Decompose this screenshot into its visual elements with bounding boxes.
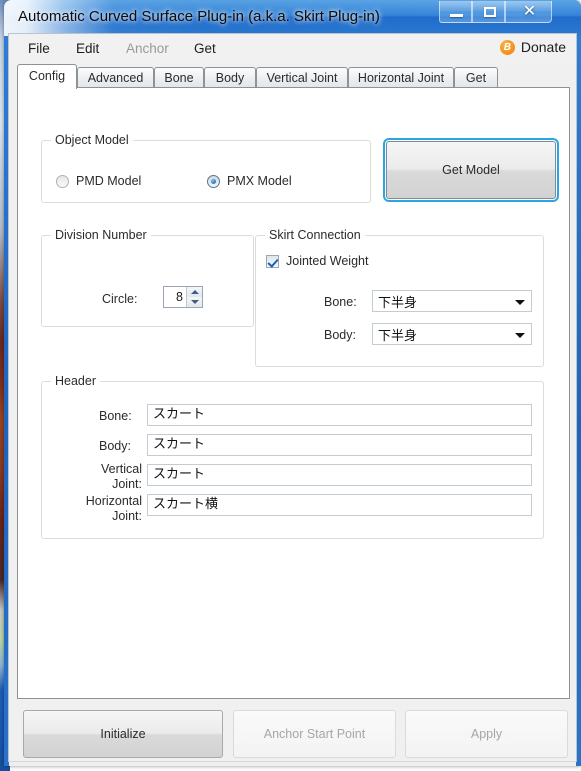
minimize-icon	[450, 14, 463, 17]
tab-get[interactable]: Get	[454, 67, 498, 88]
header-body-label: Body:	[99, 439, 131, 453]
skirt-connection-group: Skirt Connection Jointed Weight Bone: 下半…	[255, 228, 544, 367]
anchor-start-point-button: Anchor Start Point	[233, 710, 396, 758]
status-bar: Vertex Count:21819 Select vertex count:2…	[9, 761, 576, 766]
header-group: Header Bone: スカート Body: スカート Vertical Jo…	[41, 374, 544, 539]
header-horizontal-joint-label-line2: Joint:	[112, 509, 142, 523]
circle-spinner-buttons[interactable]	[186, 287, 202, 307]
skirt-body-combo[interactable]: 下半身	[372, 323, 532, 345]
radio-pmd-indicator	[56, 174, 69, 188]
tab-strip: Config Advanced Bone Body Vertical Joint…	[17, 64, 570, 89]
donate-label: Donate	[520, 39, 566, 55]
radio-pmd-model[interactable]: PMD Model	[56, 174, 141, 188]
maximize-button[interactable]	[472, 1, 505, 23]
header-vertical-joint-label-line2: Joint:	[112, 477, 142, 491]
division-number-group-title: Division Number	[51, 228, 151, 242]
title-bar: Automatic Curved Surface Plug-in (a.k.a.…	[4, 0, 581, 36]
object-model-group: Object Model PMD Model PMX Model	[41, 133, 371, 203]
radio-pmx-indicator	[207, 174, 220, 188]
menu-item-edit[interactable]: Edit	[71, 40, 104, 57]
tab-body[interactable]: Body	[204, 67, 256, 88]
donate-button[interactable]: B Donate	[499, 39, 566, 55]
header-bone-label: Bone:	[99, 409, 132, 423]
apply-button: Apply	[405, 710, 568, 758]
chevron-down-icon[interactable]	[509, 324, 531, 344]
bottom-button-bar: Initialize Anchor Start Point Apply	[9, 700, 576, 761]
circle-label: Circle:	[102, 292, 138, 306]
radio-pmx-model[interactable]: PMX Model	[207, 174, 292, 188]
division-number-group: Division Number Circle:	[41, 228, 254, 327]
tab-advanced[interactable]: Advanced	[77, 67, 154, 88]
window-title: Automatic Curved Surface Plug-in (a.k.a.…	[18, 8, 380, 25]
menu-item-file[interactable]: File	[23, 40, 55, 57]
skirt-connection-group-title: Skirt Connection	[265, 228, 365, 242]
skirt-body-label: Body:	[324, 328, 356, 342]
tab-config[interactable]: Config	[17, 64, 77, 89]
circle-spinner-value: 8	[176, 290, 183, 304]
maximize-icon	[484, 7, 496, 17]
status-bar-text: Vertex Count:21819 Select vertex count:2…	[17, 765, 329, 766]
menu-item-get[interactable]: Get	[189, 40, 221, 57]
application-window: Automatic Curved Surface Plug-in (a.k.a.…	[4, 0, 581, 766]
skirt-bone-label: Bone:	[324, 295, 357, 309]
header-horizontal-joint-label-line1: Horizontal	[85, 494, 142, 508]
jointed-weight-check-indicator	[266, 254, 279, 268]
skirt-bone-combo-value: 下半身	[378, 295, 418, 311]
header-vertical-joint-input[interactable]: スカート	[147, 464, 532, 486]
radio-pmx-label: PMX Model	[227, 174, 292, 188]
header-body-input[interactable]: スカート	[147, 434, 532, 456]
circle-spinner[interactable]: 8	[163, 286, 203, 308]
skirt-bone-combo[interactable]: 下半身	[372, 290, 532, 312]
minimize-button[interactable]	[439, 1, 472, 23]
radio-pmd-label: PMD Model	[76, 174, 142, 188]
bitcoin-icon: B	[499, 39, 515, 55]
initialize-button[interactable]: Initialize	[23, 710, 223, 758]
skirt-body-combo-value: 下半身	[378, 328, 418, 344]
header-group-title: Header	[51, 374, 100, 388]
tab-horizontal-joint[interactable]: Horizontal Joint	[348, 67, 454, 88]
jointed-weight-label: Jointed Weight	[286, 254, 369, 268]
header-bone-input[interactable]: スカート	[147, 404, 532, 426]
chevron-down-icon[interactable]	[509, 291, 531, 311]
close-icon: ✕	[522, 3, 537, 20]
jointed-weight-checkbox[interactable]: Jointed Weight	[266, 254, 368, 268]
menu-bar: File Edit Anchor Get B Donate	[9, 34, 576, 63]
get-model-button[interactable]: Get Model	[383, 138, 559, 202]
spinner-down-icon[interactable]	[187, 297, 202, 307]
menu-item-anchor: Anchor	[126, 41, 169, 56]
header-horizontal-joint-input[interactable]: スカート横	[147, 494, 532, 516]
tab-page-config: Object Model PMD Model PMX Model Get Mod…	[17, 87, 570, 699]
object-model-group-title: Object Model	[51, 133, 133, 147]
header-vertical-joint-label-line1: Vertical	[101, 462, 142, 476]
tab-bone[interactable]: Bone	[154, 67, 204, 88]
close-button[interactable]: ✕	[505, 1, 552, 23]
client-area: File Edit Anchor Get B Donate Config Adv…	[8, 33, 577, 766]
spinner-up-icon[interactable]	[187, 287, 202, 297]
tab-vertical-joint[interactable]: Vertical Joint	[256, 67, 348, 88]
